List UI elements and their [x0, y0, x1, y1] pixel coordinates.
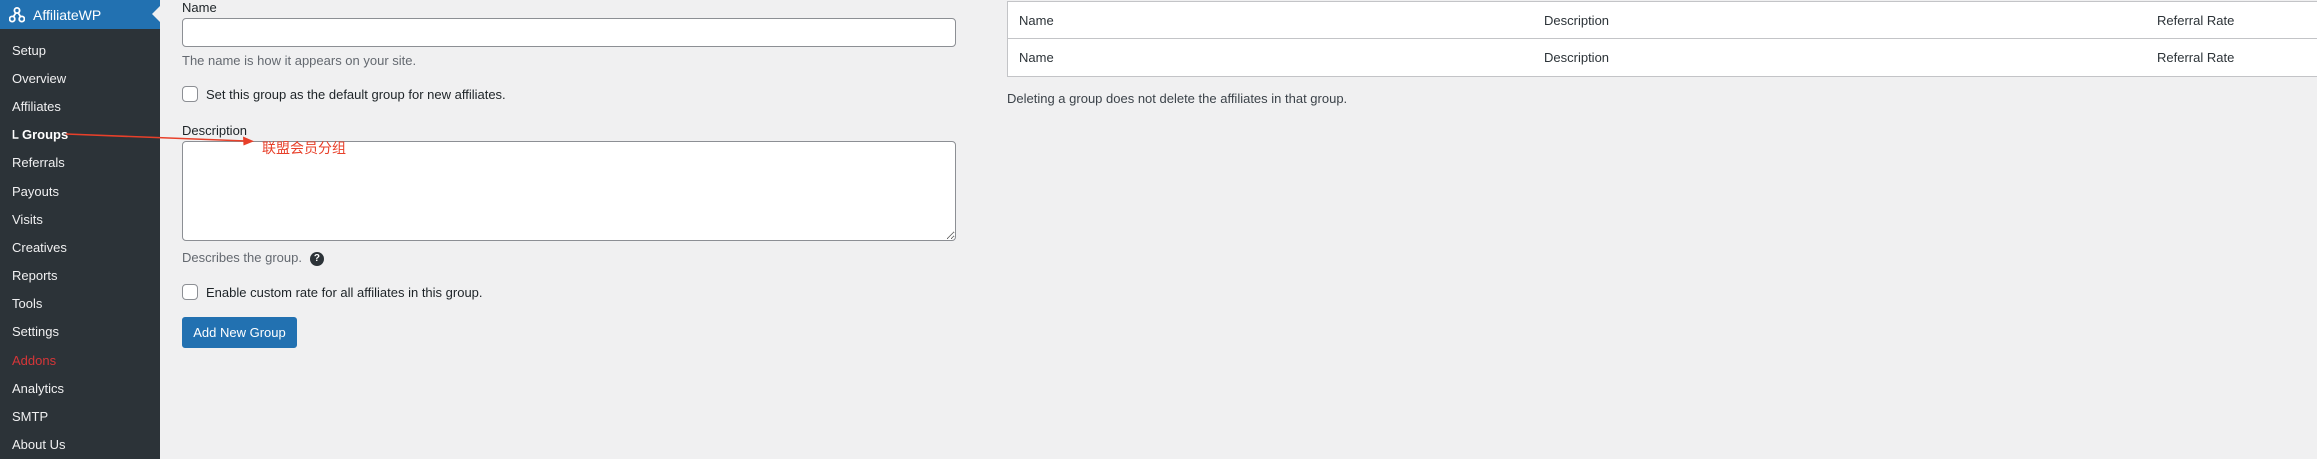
sidebar-item-visits[interactable]: Visits: [0, 205, 160, 233]
sidebar-nav: Setup Overview Affiliates Groups Referra…: [0, 36, 160, 459]
table-header-row: Name Description Referral Rate: [1008, 2, 2317, 39]
admin-sidebar: AffiliateWP Setup Overview Affiliates Gr…: [0, 0, 160, 459]
annotation-arrow-icon: [65, 133, 254, 146]
sidebar-item-tools[interactable]: Tools: [0, 290, 160, 318]
sidebar-item-label: About Us: [12, 437, 66, 453]
sidebar-item-settings[interactable]: Settings: [0, 318, 160, 346]
sidebar-item-label: Groups: [22, 127, 69, 143]
column-header-description[interactable]: Description: [1544, 13, 1609, 28]
name-help-text: The name is how it appears on your site.: [182, 53, 417, 68]
sidebar-item-label: Settings: [12, 324, 59, 340]
column-header-name[interactable]: Name: [1019, 13, 1054, 28]
delete-group-note: Deleting a group does not delete the aff…: [1007, 91, 1348, 106]
custom-rate-option: Enable custom rate for all affiliates in…: [182, 284, 483, 300]
sidebar-item-affiliates[interactable]: Affiliates: [0, 92, 160, 120]
sidebar-item-analytics[interactable]: Analytics: [0, 374, 160, 402]
sidebar-item-about-us[interactable]: About Us: [0, 431, 160, 459]
description-help: Describes the group.?: [182, 250, 324, 266]
annotation-label: 联盟会员分组: [262, 141, 346, 157]
sidebar-item-payouts[interactable]: Payouts: [0, 177, 160, 205]
add-new-group-button[interactable]: Add New Group: [182, 317, 297, 348]
name-input[interactable]: [182, 18, 956, 47]
description-help-text: Describes the group.: [182, 250, 302, 265]
question-mark-icon[interactable]: ?: [309, 251, 324, 266]
column-footer-name[interactable]: Name: [1019, 50, 1054, 65]
sidebar-item-reports[interactable]: Reports: [0, 262, 160, 290]
sidebar-item-addons[interactable]: Addons: [0, 346, 160, 374]
sidebar-item-label: Affiliates: [12, 98, 61, 114]
current-menu-notch: [152, 6, 160, 22]
sidebar-brand[interactable]: AffiliateWP: [0, 0, 160, 29]
sidebar-item-creatives[interactable]: Creatives: [0, 233, 160, 261]
column-header-referral-rate[interactable]: Referral Rate: [2157, 13, 2234, 28]
sidebar-item-overview[interactable]: Overview: [0, 64, 160, 92]
sidebar-item-smtp[interactable]: SMTP: [0, 402, 160, 430]
sidebar-item-label: Overview: [12, 70, 67, 86]
column-footer-referral-rate[interactable]: Referral Rate: [2157, 50, 2234, 65]
submenu-arrow-icon: [12, 129, 19, 140]
sidebar-item-label: Addons: [12, 352, 57, 368]
default-group-option: Set this group as the default group for …: [182, 86, 506, 102]
column-footer-description[interactable]: Description: [1544, 50, 1609, 65]
groups-table: Name Description Referral Rate Name Desc…: [1007, 1, 2317, 77]
affiliatewp-logo-icon: [9, 6, 25, 23]
sidebar-item-referrals[interactable]: Referrals: [0, 149, 160, 177]
sidebar-item-label: Reports: [12, 268, 58, 284]
sidebar-item-label: Creatives: [12, 239, 67, 255]
sidebar-item-label: Setup: [12, 42, 46, 58]
sidebar-item-label: Payouts: [12, 183, 59, 199]
default-group-checkbox[interactable]: [182, 86, 198, 102]
sidebar-item-label: Visits: [12, 211, 43, 227]
sidebar-item-label: Analytics: [12, 380, 65, 396]
name-label: Name: [182, 0, 217, 15]
custom-rate-checkbox[interactable]: [182, 284, 198, 300]
custom-rate-label: Enable custom rate for all affiliates in…: [206, 284, 483, 300]
sidebar-brand-label: AffiliateWP: [33, 6, 102, 23]
sidebar-item-setup[interactable]: Setup: [0, 36, 160, 64]
table-footer-row: Name Description Referral Rate: [1008, 39, 2317, 76]
sidebar-item-label: SMTP: [12, 409, 49, 425]
sidebar-item-label: Tools: [12, 296, 43, 312]
sidebar-item-label: Referrals: [12, 155, 65, 171]
default-group-label: Set this group as the default group for …: [206, 86, 506, 102]
